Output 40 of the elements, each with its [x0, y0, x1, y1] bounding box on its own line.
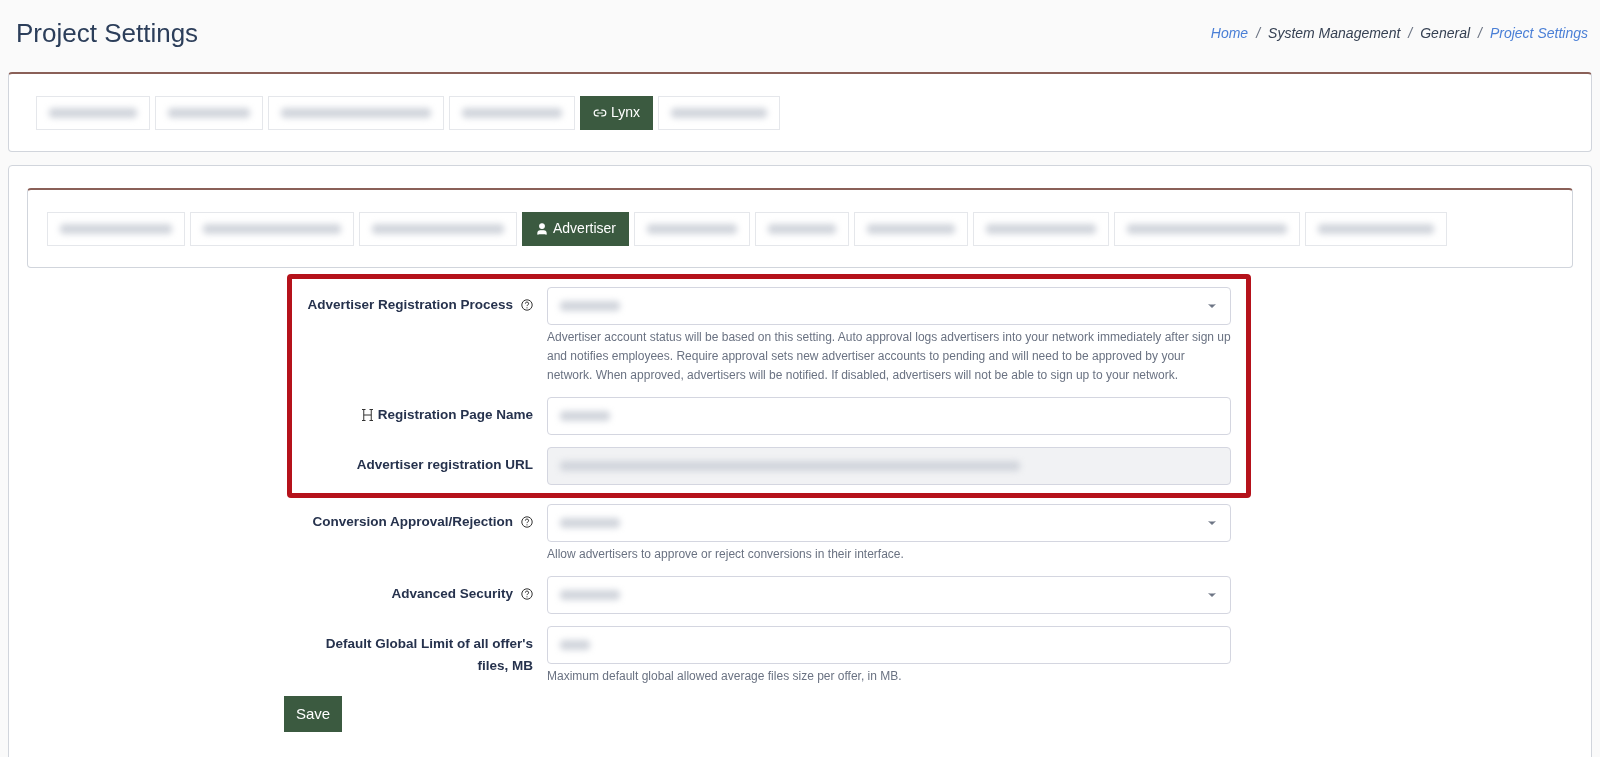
tab[interactable] — [449, 95, 575, 130]
tab[interactable] — [658, 95, 781, 130]
select-field[interactable] — [547, 504, 1231, 542]
breadcrumb-separator: / — [1256, 23, 1261, 43]
field-label: Default Global Limit of all offer's files, MB — [324, 635, 533, 675]
tab[interactable] — [190, 211, 354, 246]
help-text: Maximum default global allowed average files size per offer, in MB. — [547, 668, 903, 685]
breadcrumb-link[interactable]: Home — [1210, 22, 1249, 44]
tab[interactable] — [854, 211, 969, 246]
help-text: Allow advertisers to approve or reject conversions in their interface. — [547, 546, 905, 563]
tab[interactable] — [634, 211, 751, 246]
field-label: Registration Page Name — [377, 406, 533, 424]
field-label: Advertiser Registration Process — [307, 296, 513, 314]
input-field[interactable] — [547, 626, 1231, 664]
tab[interactable]: Lynx — [580, 95, 654, 130]
field-label: Conversion Approval/Rejection — [312, 513, 513, 531]
breadcrumb-item: General — [1420, 23, 1471, 43]
help-text: Advertiser account status will be based on this setting. Auto approval logs advertisers into your network immediately after sign up and notifies employees. Require approval sets new advertiser accounts to pending and will need to be approved by your network. When approved, advertisers will be notified. If disabled, advertisers will not be able to sign up to your network. — [547, 329, 1231, 384]
field-label: Advanced Security — [391, 585, 513, 603]
tab[interactable] — [268, 95, 444, 130]
select-field[interactable] — [547, 576, 1231, 614]
tab[interactable] — [155, 95, 263, 130]
tab[interactable] — [1114, 211, 1301, 246]
page-title: Project Settings — [16, 16, 199, 50]
breadcrumb-item: System Management — [1268, 23, 1401, 43]
breadcrumb-separator: / — [1478, 23, 1482, 43]
help-icon[interactable] — [521, 588, 533, 600]
breadcrumb-separator: / — [1408, 23, 1413, 43]
save-button[interactable]: Save — [284, 696, 343, 732]
tab[interactable] — [1305, 211, 1448, 246]
tab[interactable] — [47, 211, 185, 246]
user-icon — [535, 221, 549, 236]
tab[interactable] — [973, 211, 1110, 246]
breadcrumb-link[interactable]: Project Settings — [1489, 22, 1588, 44]
tab[interactable] — [36, 95, 150, 130]
field-label: Advertiser registration URL — [356, 456, 533, 474]
tab[interactable]: Advertiser — [522, 211, 630, 246]
tab[interactable] — [359, 211, 517, 246]
tab[interactable] — [755, 211, 850, 246]
help-icon[interactable] — [521, 516, 533, 528]
